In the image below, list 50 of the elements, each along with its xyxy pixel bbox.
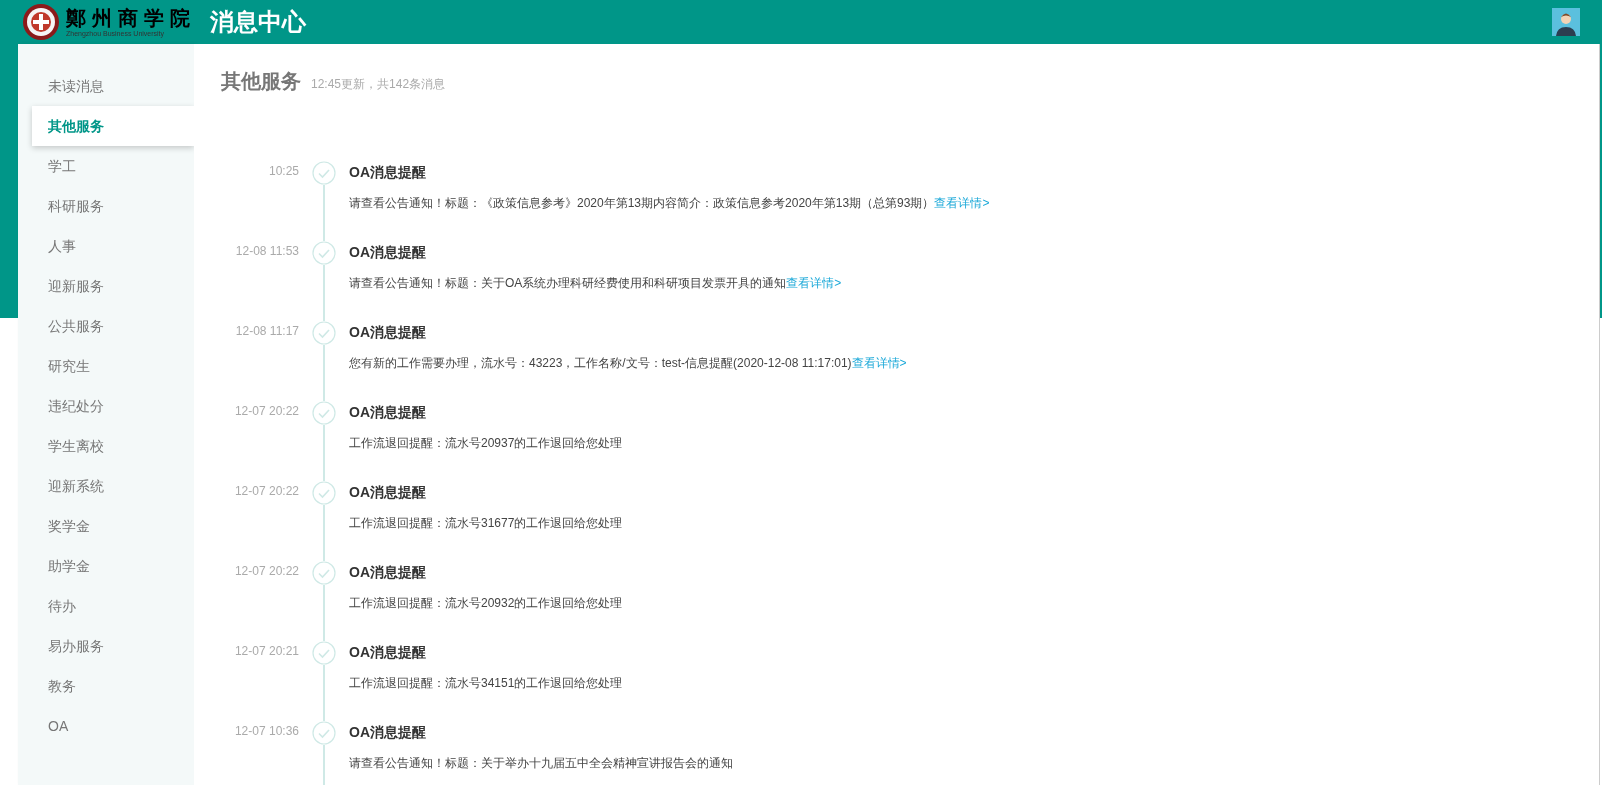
user-avatar-icon[interactable] bbox=[1552, 8, 1580, 36]
message-text: 请查看公告通知！标题：关于举办十九届五中全会精神宣讲报告会的通知 bbox=[349, 755, 733, 771]
message-time: 12-07 20:22 bbox=[234, 403, 299, 419]
message-time: 12-07 20:21 bbox=[234, 643, 299, 659]
sidebar-item[interactable]: 未读消息 bbox=[32, 66, 194, 106]
message-text: 您有新的工作需要办理，流水号：43223，工作名称/文号：test-信息提醒(2020-12-08 11:17:01) bbox=[349, 355, 852, 371]
message-time: 12-07 20:22 bbox=[234, 483, 299, 499]
message-title: OA消息提醒 bbox=[349, 563, 427, 581]
message-text: 工作流退回提醒：流水号20937的工作退回给您处理 bbox=[349, 435, 623, 451]
update-summary: 12:45更新，共142条消息 bbox=[311, 76, 446, 93]
message-title: OA消息提醒 bbox=[349, 723, 427, 741]
sidebar-item[interactable]: 待办 bbox=[32, 586, 194, 626]
message-time: 12-08 11:17 bbox=[235, 323, 299, 339]
sidebar-item[interactable]: 奖学金 bbox=[32, 506, 194, 546]
sidebar-item[interactable]: 迎新系统 bbox=[32, 466, 194, 506]
sidebar-item[interactable]: 学工 bbox=[32, 146, 194, 186]
message-text: 请查看公告通知！标题：关于OA系统办理科研经费使用和科研项目发票开具的通知 bbox=[349, 275, 787, 291]
message-title: OA消息提醒 bbox=[349, 163, 427, 181]
message-title: OA消息提醒 bbox=[349, 643, 427, 661]
sidebar-item[interactable]: 助学金 bbox=[32, 546, 194, 586]
sidebar-item[interactable]: 教务 bbox=[32, 666, 194, 706]
message-title: OA消息提醒 bbox=[349, 403, 427, 421]
sidebar-item[interactable]: 人事 bbox=[32, 226, 194, 266]
message-time: 12-07 20:22 bbox=[234, 563, 299, 579]
view-details-link[interactable]: 查看详情> bbox=[851, 355, 907, 371]
sidebar-item[interactable]: OA bbox=[32, 706, 194, 746]
message-time: 12-07 10:36 bbox=[234, 723, 299, 739]
sidebar-item[interactable]: 其他服务 bbox=[32, 106, 194, 146]
sidebar-item[interactable]: 易办服务 bbox=[32, 626, 194, 666]
sidebar-item[interactable]: 违纪处分 bbox=[32, 386, 194, 426]
message-text: 工作流退回提醒：流水号31677的工作退回给您处理 bbox=[349, 515, 623, 531]
message-time: 10:25 bbox=[268, 163, 299, 179]
sidebar-item[interactable]: 公共服务 bbox=[32, 306, 194, 346]
sidebar-item[interactable]: 科研服务 bbox=[32, 186, 194, 226]
message-text: 工作流退回提醒：流水号20932的工作退回给您处理 bbox=[349, 595, 623, 611]
section-title: 其他服务 bbox=[221, 69, 301, 94]
view-details-link[interactable]: 查看详情> bbox=[934, 195, 990, 211]
message-title: OA消息提醒 bbox=[349, 243, 427, 261]
page-title: 消息中心 bbox=[210, 7, 306, 37]
sidebar-item[interactable]: 研究生 bbox=[32, 346, 194, 386]
message-time: 12-08 11:53 bbox=[235, 243, 299, 259]
message-text: 工作流退回提醒：流水号34151的工作退回给您处理 bbox=[349, 675, 623, 691]
message-title: OA消息提醒 bbox=[349, 483, 427, 501]
sidebar-item[interactable]: 学生离校 bbox=[32, 426, 194, 466]
sidebar-item[interactable]: 迎新服务 bbox=[32, 266, 194, 306]
university-emblem-icon bbox=[22, 3, 60, 41]
message-title: OA消息提醒 bbox=[349, 323, 427, 341]
logo-text: 鄭州商学院 bbox=[66, 7, 196, 28]
view-details-link[interactable]: 查看详情> bbox=[786, 275, 842, 291]
message-text: 请查看公告通知！标题：《政策信息参考》2020年第13期内容简介：政策信息参考2020年第13期（总第93期） bbox=[349, 195, 935, 211]
